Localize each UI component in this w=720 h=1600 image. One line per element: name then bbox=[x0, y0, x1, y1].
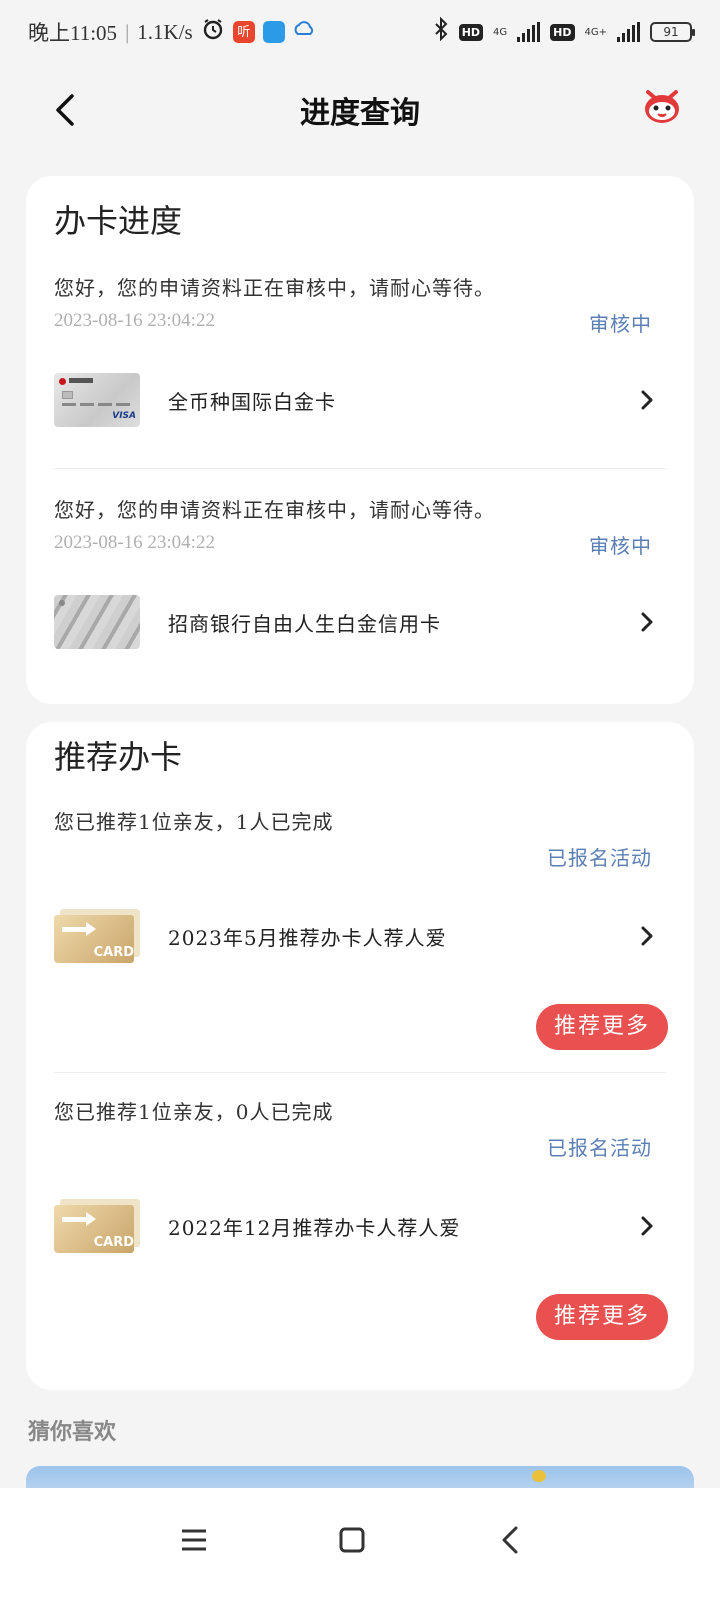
enrolled-status-link[interactable]: 已报名活动 bbox=[547, 1132, 652, 1161]
campaign-name: 2023年5月推荐办卡人荐人爱 bbox=[168, 925, 447, 950]
review-status-link[interactable]: 审核中 bbox=[589, 308, 652, 337]
recommend-more-button[interactable]: 推荐更多 bbox=[536, 1004, 668, 1050]
cloud-notification-icon bbox=[293, 19, 315, 45]
platinum-card-thumbnail: VISA bbox=[54, 373, 140, 427]
alarm-icon bbox=[201, 17, 225, 47]
system-nav-bar bbox=[0, 1488, 720, 1600]
card-name: 全币种国际白金卡 bbox=[168, 389, 336, 414]
bluetooth-icon bbox=[433, 16, 449, 47]
status-net-speed: 1.1K/s bbox=[137, 19, 193, 44]
campaign-row[interactable]: CARD 2022年12月推荐办卡人荐人爱 bbox=[54, 1196, 666, 1256]
chevron-right-icon bbox=[641, 926, 653, 946]
review-status-link[interactable]: 审核中 bbox=[589, 530, 652, 559]
chevron-right-icon bbox=[641, 612, 653, 632]
hd-badge-2: HD bbox=[550, 23, 575, 41]
campaign-name: 2022年12月推荐办卡人荐人爱 bbox=[168, 1215, 461, 1240]
recommend-more-button[interactable]: 推荐更多 bbox=[536, 1294, 668, 1340]
chevron-right-icon bbox=[641, 390, 653, 410]
status-bar: 晚上11:05 | 1.1K/s 听 HD 4G HD 4G+ 91 bbox=[0, 0, 720, 64]
progress-timestamp: 2023-08-16 23:04:22 bbox=[54, 532, 215, 553]
card-application-row[interactable]: 招商银行自由人生白金信用卡 bbox=[54, 592, 666, 652]
recommend-card: 推荐办卡 您已推荐1位亲友，1人已完成 已报名活动 CARD 2023年5月推荐… bbox=[26, 722, 694, 1390]
signal-icon bbox=[517, 22, 541, 42]
card-application-row[interactable]: VISA 全币种国际白金卡 bbox=[54, 370, 666, 430]
nav-back-button[interactable] bbox=[480, 1510, 540, 1570]
recommend-summary: 您已推荐1位亲友，0人已完成 bbox=[54, 1100, 334, 1124]
ting-app-icon: 听 bbox=[232, 21, 255, 43]
signal-icon-2 bbox=[617, 22, 640, 42]
status-time: 晚上11:05 bbox=[28, 21, 118, 45]
mascot-icon[interactable] bbox=[640, 84, 684, 128]
progress-message: 您好，您的申请资料正在审核中，请耐心等待。 bbox=[54, 498, 495, 522]
enrolled-status-link[interactable]: 已报名活动 bbox=[547, 842, 652, 871]
card-thumbnail: CARD bbox=[54, 1199, 140, 1253]
home-button[interactable] bbox=[322, 1510, 382, 1570]
battery-icon: 91 bbox=[650, 22, 695, 42]
network-type-2: 4G+ bbox=[584, 26, 608, 38]
campaign-row[interactable]: CARD 2023年5月推荐办卡人荐人爱 bbox=[54, 906, 666, 966]
chevron-right-icon bbox=[641, 1216, 653, 1236]
progress-title: 办卡进度 bbox=[54, 202, 183, 240]
card-name: 招商银行自由人生白金信用卡 bbox=[168, 611, 441, 636]
header: 进度查询 bbox=[0, 70, 720, 150]
menu-button[interactable] bbox=[164, 1510, 224, 1570]
hd-badge: HD bbox=[458, 23, 484, 41]
progress-timestamp: 2023-08-16 23:04:22 bbox=[54, 310, 215, 331]
network-type-1: 4G bbox=[493, 26, 508, 38]
divider bbox=[54, 468, 666, 469]
recommend-title: 推荐办卡 bbox=[54, 738, 183, 776]
recommend-summary: 您已推荐1位亲友，1人已完成 bbox=[54, 810, 334, 834]
card-thumbnail: CARD bbox=[54, 909, 140, 963]
free-life-card-thumbnail bbox=[54, 595, 140, 649]
home-square-icon bbox=[339, 1527, 365, 1553]
page-title: 进度查询 bbox=[300, 96, 420, 131]
guess-you-like-title: 猜你喜欢 bbox=[28, 1419, 117, 1445]
status-separator: | bbox=[125, 19, 130, 44]
app-notification-icon bbox=[262, 21, 285, 43]
progress-card: 办卡进度 您好，您的申请资料正在审核中，请耐心等待。 2023-08-16 23… bbox=[26, 176, 694, 704]
progress-message: 您好，您的申请资料正在审核中，请耐心等待。 bbox=[54, 276, 495, 300]
coin-icon bbox=[532, 1470, 546, 1482]
divider bbox=[54, 1072, 666, 1073]
menu-icon bbox=[182, 1529, 206, 1551]
back-triangle-icon bbox=[502, 1526, 518, 1554]
